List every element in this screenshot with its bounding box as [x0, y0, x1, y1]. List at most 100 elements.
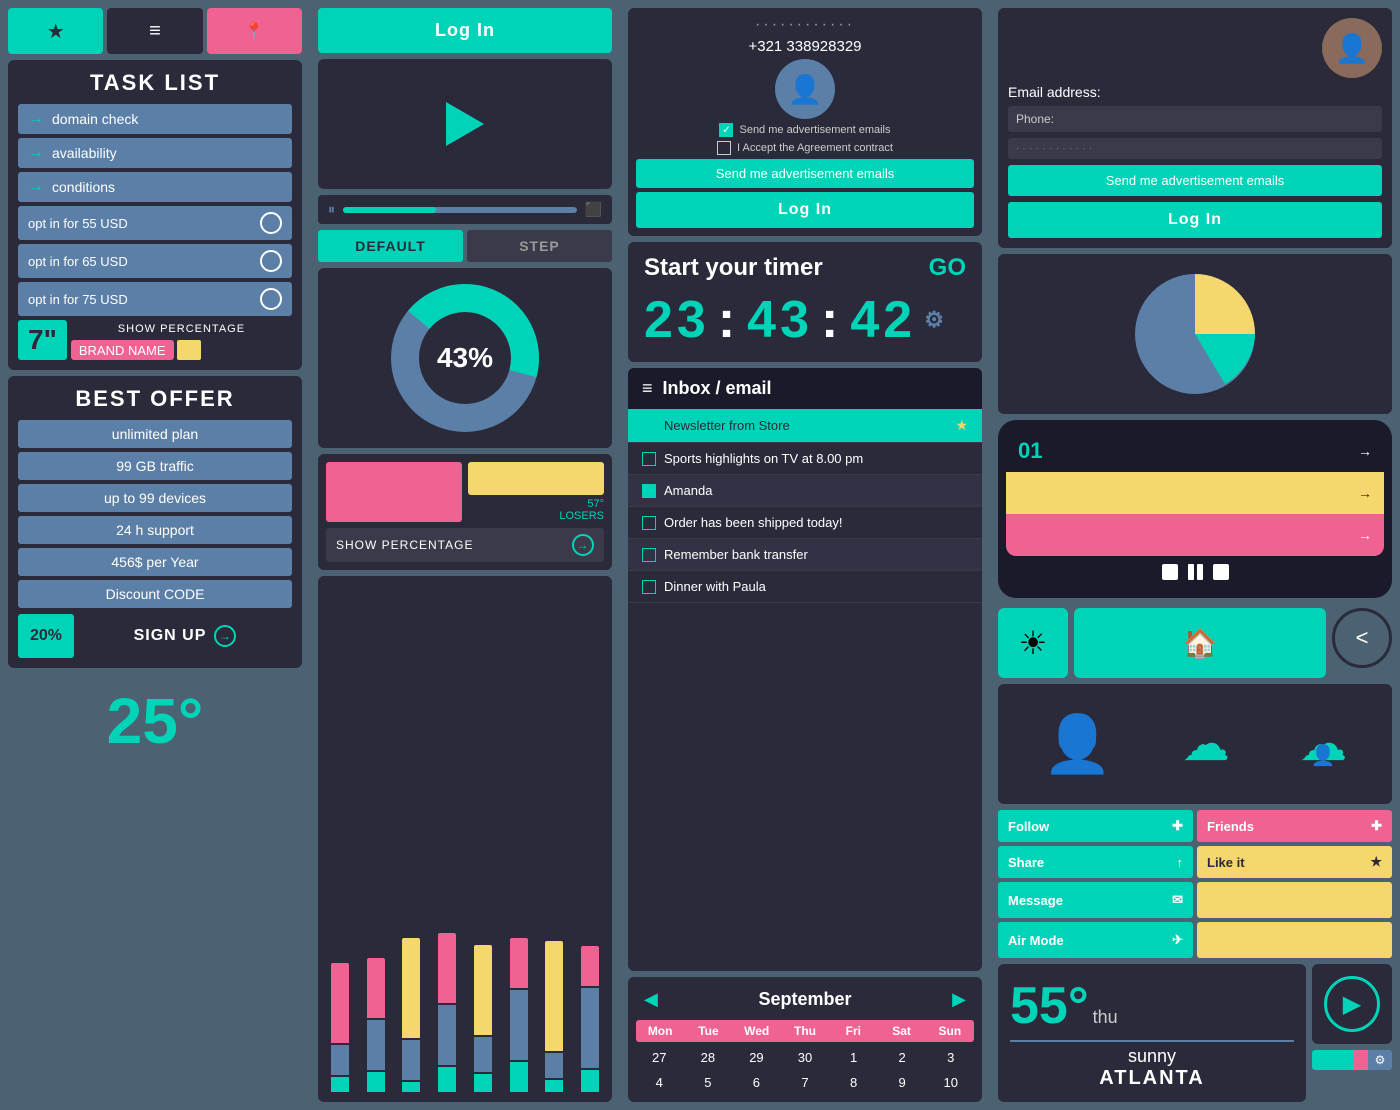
- menu-icon: ≡: [642, 378, 653, 399]
- task-item-conditions[interactable]: → conditions: [18, 172, 292, 202]
- signup-row: 20% SIGN UP →: [18, 614, 292, 658]
- radio-item-55[interactable]: opt in for 55 USD: [18, 206, 292, 240]
- sun-icon: ☀: [1019, 624, 1048, 662]
- checkbox-unchecked[interactable]: [717, 141, 731, 155]
- send-adv-button[interactable]: Send me advertisement emails: [636, 159, 974, 188]
- pause-icon[interactable]: ⏸: [328, 201, 335, 218]
- message-button[interactable]: Message ✉: [998, 882, 1193, 918]
- pin-nav-btn[interactable]: 📍: [207, 8, 302, 54]
- cal-cell[interactable]: 4: [636, 1071, 683, 1094]
- day-sun: Sun: [926, 1024, 974, 1038]
- inbox-item-dinner[interactable]: Dinner with Paula: [628, 571, 982, 603]
- cloud-person-icon: ☁ 👤: [1299, 716, 1347, 772]
- tab-step[interactable]: STEP: [467, 230, 612, 262]
- cal-cell[interactable]: 30: [782, 1046, 829, 1069]
- phone-screen: 01 → 02 → 03 →: [1006, 430, 1384, 556]
- checkbox-checked[interactable]: [642, 484, 656, 498]
- play-icon[interactable]: [446, 102, 484, 146]
- cal-cell[interactable]: 29: [733, 1046, 780, 1069]
- like-button[interactable]: Like it ★: [1197, 846, 1392, 878]
- inbox-item-bank[interactable]: Remember bank transfer: [628, 539, 982, 571]
- inbox-item-order[interactable]: Order has been shipped today!: [628, 507, 982, 539]
- share-button[interactable]: Share ↑: [998, 846, 1193, 878]
- gear-icon[interactable]: ⚙: [1368, 1050, 1392, 1070]
- radio-circle[interactable]: [260, 212, 282, 234]
- cal-cell[interactable]: 28: [685, 1046, 732, 1069]
- plus-icon: ✚: [1172, 818, 1183, 834]
- play-button[interactable]: [1213, 564, 1229, 580]
- checkbox-unchecked[interactable]: [642, 452, 656, 466]
- adv-checkbox-label: Send me advertisement emails: [739, 124, 890, 136]
- menu-nav-btn[interactable]: ≡: [107, 8, 202, 54]
- radio-item-65[interactable]: opt in for 65 USD: [18, 244, 292, 278]
- show-percentage-row: SHOW PERCENTAGE →: [326, 528, 604, 562]
- losers-yellow-block: [468, 462, 604, 495]
- offer-devices: up to 99 devices: [18, 484, 292, 512]
- brand-yellow-block: [177, 340, 201, 360]
- cal-cell[interactable]: 3: [927, 1046, 974, 1069]
- cal-cell[interactable]: 7: [782, 1071, 829, 1094]
- back-button[interactable]: <: [1332, 608, 1392, 668]
- checkbox-checked[interactable]: [642, 419, 656, 433]
- circle-arrow-icon[interactable]: →: [572, 534, 594, 556]
- inbox-text: Amanda: [664, 483, 968, 498]
- next-month-button[interactable]: ▶: [944, 985, 974, 1014]
- radio-circle[interactable]: [260, 288, 282, 310]
- radio-item-75[interactable]: opt in for 75 USD: [18, 282, 292, 316]
- cal-cell[interactable]: 2: [879, 1046, 926, 1069]
- stop-button[interactable]: [1162, 564, 1178, 580]
- cal-cell[interactable]: 10: [927, 1071, 974, 1094]
- air-mode-button[interactable]: Air Mode ✈: [998, 922, 1193, 958]
- sun-icon-box[interactable]: ☀: [998, 608, 1068, 678]
- stop-icon[interactable]: ⬛: [585, 201, 602, 218]
- task-item-availability[interactable]: → availability: [18, 138, 292, 168]
- cal-cell[interactable]: 6: [733, 1071, 780, 1094]
- checkbox-unchecked[interactable]: [642, 548, 656, 562]
- checkbox-unchecked[interactable]: [642, 580, 656, 594]
- cal-cell[interactable]: 27: [636, 1046, 683, 1069]
- cal-cell[interactable]: 1: [830, 1046, 877, 1069]
- checkbox-unchecked[interactable]: [642, 516, 656, 530]
- calendar-day-names: Mon Tue Wed Thu Fri Sat Sun: [636, 1020, 974, 1042]
- next-button[interactable]: ▶: [1324, 976, 1380, 1032]
- follow-button[interactable]: Follow ✚: [998, 810, 1193, 842]
- discount-badge: 20%: [18, 614, 74, 658]
- signup-button[interactable]: SIGN UP →: [78, 614, 292, 658]
- login-button[interactable]: Log In: [636, 192, 974, 228]
- tab-default[interactable]: DEFAULT: [318, 230, 463, 262]
- radio-circle[interactable]: [260, 250, 282, 272]
- weather-description: sunny: [1010, 1046, 1294, 1067]
- inbox-item-newsletter[interactable]: Newsletter from Store ★: [628, 409, 982, 443]
- losers-pink-block: [326, 462, 462, 522]
- bar-2: [360, 958, 392, 1092]
- phone-item-2: 02: [1018, 480, 1042, 506]
- settings-icon[interactable]: ⚙: [924, 307, 948, 333]
- bar-5: [467, 945, 499, 1092]
- cal-cell[interactable]: 5: [685, 1071, 732, 1094]
- star-nav-btn[interactable]: ★: [8, 8, 103, 54]
- checkbox-checked[interactable]: ✓: [719, 123, 733, 137]
- go-button[interactable]: GO: [929, 254, 966, 282]
- cal-cell[interactable]: 8: [830, 1071, 877, 1094]
- adv-checkbox-row[interactable]: ✓ Send me advertisement emails: [719, 123, 890, 137]
- menu-icon: ≡: [149, 20, 161, 43]
- cal-cell[interactable]: 9: [879, 1071, 926, 1094]
- inbox-item-amanda[interactable]: Amanda: [628, 475, 982, 507]
- prev-month-button[interactable]: ◀: [636, 985, 666, 1014]
- pause-button[interactable]: [1188, 564, 1203, 580]
- task-item-domain[interactable]: → domain check: [18, 104, 292, 134]
- password-dots: ············: [755, 16, 855, 34]
- inbox-item-sports[interactable]: Sports highlights on TV at 8.00 pm: [628, 443, 982, 475]
- login-button[interactable]: Log In: [1008, 202, 1382, 238]
- video-card[interactable]: [318, 59, 612, 189]
- friends-button[interactable]: Friends ✚: [1197, 810, 1392, 842]
- arrow-icon: →: [28, 144, 44, 162]
- house-icon-box[interactable]: 🏠: [1074, 608, 1326, 678]
- share-icon: ↑: [1177, 855, 1184, 870]
- password-field[interactable]: ············: [1008, 138, 1382, 159]
- inbox-title: Inbox / email: [663, 378, 772, 399]
- send-adv-button[interactable]: Send me advertisement emails: [1008, 165, 1382, 196]
- accept-checkbox-row[interactable]: I Accept the Agreement contract: [717, 141, 893, 155]
- arrow-icon: →: [28, 178, 44, 196]
- login-button[interactable]: Log In: [318, 8, 612, 53]
